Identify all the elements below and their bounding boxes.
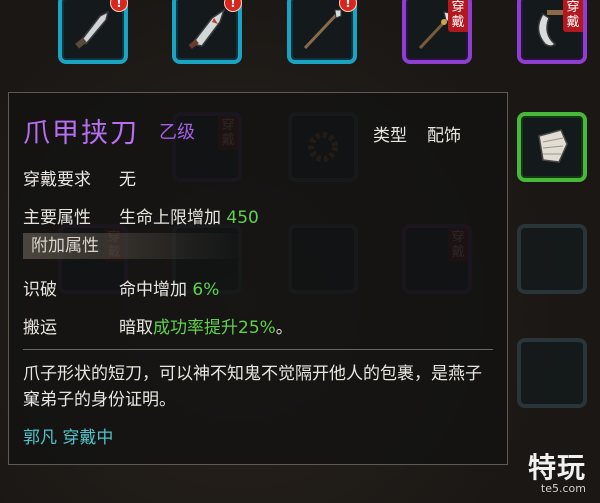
extra-attribute-text: 命中增加 bbox=[119, 280, 187, 300]
requirement-value: 无 bbox=[119, 170, 136, 190]
watermark-logo: 特玩 bbox=[527, 451, 586, 484]
equipped-tag: 穿戴 bbox=[448, 0, 468, 32]
main-attribute-value: 450 bbox=[226, 208, 259, 228]
inventory-slot-empty[interactable] bbox=[517, 338, 587, 408]
spear-icon bbox=[303, 9, 342, 50]
watermark: 特玩 te5.com bbox=[528, 446, 586, 495]
alert-badge: ! bbox=[110, 0, 128, 12]
item-tooltip: 爪甲挟刀 乙级 类型 配饰 穿戴要求 无 主要属性 生命上限增加 450 附加属… bbox=[8, 92, 508, 465]
inventory-slot-spear[interactable]: ! bbox=[287, 0, 357, 64]
main-attribute: 生命上限增加 450 bbox=[119, 203, 259, 228]
main-attribute-label: 主要属性 bbox=[23, 208, 91, 228]
inventory-slot-gauntlet[interactable] bbox=[517, 112, 587, 182]
extra-attribute-value: 成功率提升25% bbox=[153, 318, 276, 338]
extra-attribute-label: 识破 bbox=[23, 280, 57, 300]
requirement-label: 穿戴要求 bbox=[23, 170, 91, 190]
item-type-label: 类型 bbox=[373, 126, 407, 146]
inventory-slot-serrated-blade[interactable]: ! bbox=[172, 0, 242, 64]
inventory-slot-hook[interactable]: 穿戴 bbox=[517, 0, 587, 64]
equipped-by: 郭凡 穿戴中 bbox=[23, 428, 114, 448]
extra-attribute-suffix: 。 bbox=[275, 318, 293, 338]
extra-attribute: 暗取成功率提升25%。 bbox=[119, 313, 293, 338]
equipped-tag: 穿戴 bbox=[563, 0, 583, 32]
divider bbox=[23, 349, 493, 350]
item-type-value: 配饰 bbox=[427, 126, 461, 146]
inventory-slot-halberd[interactable]: 穿戴 bbox=[402, 0, 472, 64]
item-name: 爪甲挟刀 bbox=[23, 118, 139, 149]
alert-badge: ! bbox=[339, 0, 357, 12]
item-description: 爪子形状的短刀，可以神不知鬼不觉隔开他人的包裹，是燕子窠弟子的身份证明。 bbox=[23, 364, 482, 410]
inventory-slot-dao[interactable]: ! bbox=[58, 0, 128, 64]
alert-badge: ! bbox=[224, 0, 242, 12]
broad-saber-icon bbox=[75, 10, 110, 49]
wrapped-gauntlet-icon bbox=[538, 129, 568, 163]
extra-attribute-value: 6% bbox=[192, 280, 220, 300]
extra-attributes-header: 附加属性 bbox=[23, 233, 243, 259]
extra-attribute-text: 暗取 bbox=[119, 318, 153, 338]
item-grade: 乙级 bbox=[159, 122, 195, 143]
inventory-slot-empty[interactable] bbox=[517, 224, 587, 294]
extra-attribute: 命中增加 6% bbox=[119, 275, 219, 300]
serrated-blade-icon bbox=[188, 8, 226, 49]
extra-attribute-label: 搬运 bbox=[23, 318, 57, 338]
main-attribute-text: 生命上限增加 bbox=[119, 208, 221, 228]
